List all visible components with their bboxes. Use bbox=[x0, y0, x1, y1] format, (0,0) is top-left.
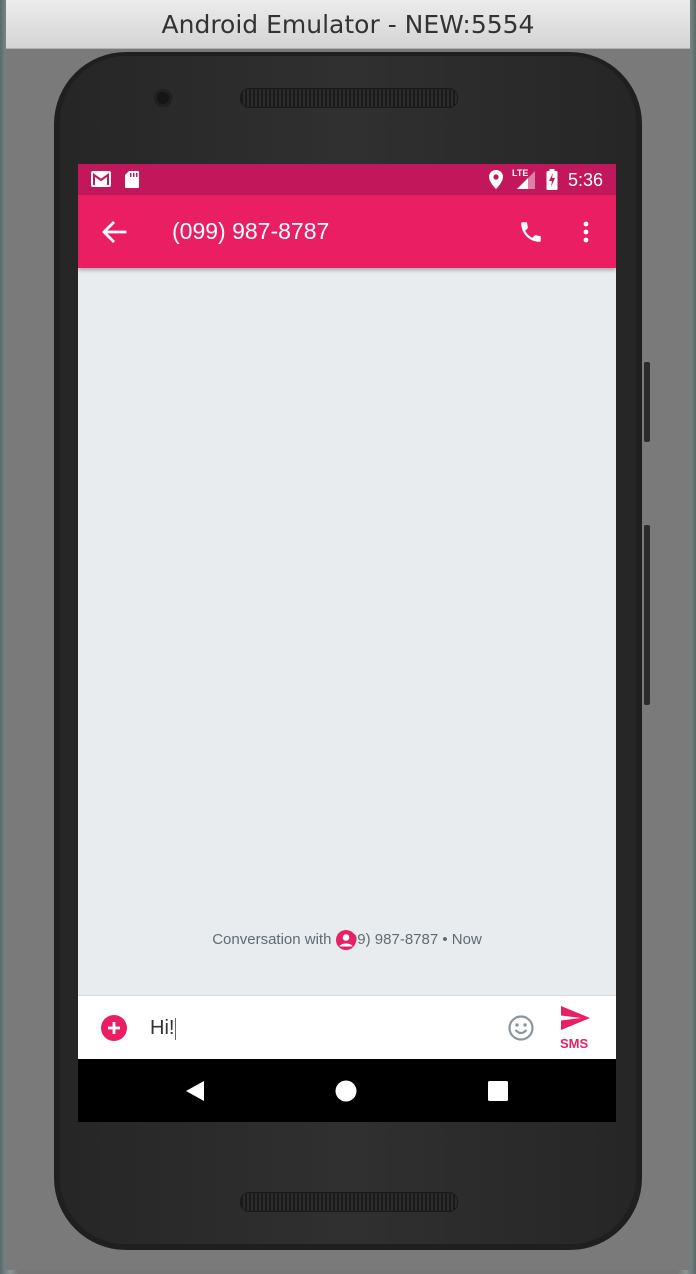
top-speaker bbox=[240, 88, 458, 108]
more-options-icon[interactable] bbox=[572, 215, 600, 249]
send-icon[interactable] bbox=[558, 1004, 592, 1032]
conversation-title: (099) 987-8787 bbox=[172, 218, 330, 244]
power-button[interactable] bbox=[644, 362, 650, 442]
navigation-bar bbox=[78, 1059, 616, 1122]
signal-icon bbox=[516, 170, 536, 195]
compose-bar: Hi! SMS bbox=[78, 995, 616, 1060]
phone-icon[interactable] bbox=[514, 215, 548, 249]
battery-charging-icon bbox=[546, 169, 558, 195]
status-bar: LTE 5:36 bbox=[78, 164, 616, 195]
message-input-text: Hi! bbox=[150, 1017, 175, 1039]
emoji-icon[interactable] bbox=[506, 1013, 536, 1043]
nav-home-icon[interactable] bbox=[330, 1075, 362, 1107]
nav-back-icon[interactable] bbox=[178, 1079, 212, 1103]
gmail-notification-icon bbox=[90, 170, 112, 193]
front-camera bbox=[154, 89, 172, 107]
attach-plus-icon[interactable] bbox=[100, 1014, 128, 1042]
bottom-speaker bbox=[240, 1192, 458, 1212]
volume-button[interactable] bbox=[644, 525, 650, 705]
device-screen: LTE 5:36 (099) 987-8787 Conversation wit… bbox=[78, 164, 616, 1122]
window-title-bar[interactable]: Android Emulator - NEW:5554 bbox=[6, 0, 690, 49]
clock: 5:36 bbox=[568, 170, 604, 190]
window-title: Android Emulator - NEW:5554 bbox=[161, 9, 535, 39]
message-input[interactable]: Hi! bbox=[150, 996, 177, 1060]
send-sms-label[interactable]: SMS bbox=[560, 1036, 588, 1051]
message-list[interactable]: Conversation with (099) 987-8787 • Now bbox=[78, 268, 616, 995]
nav-recents-icon[interactable] bbox=[482, 1075, 514, 1107]
contact-avatar-icon[interactable] bbox=[336, 930, 356, 950]
location-icon bbox=[488, 169, 504, 195]
sd-card-icon bbox=[124, 170, 140, 194]
app-bar: (099) 987-8787 bbox=[78, 195, 616, 268]
text-caret bbox=[175, 1017, 177, 1040]
back-arrow-icon[interactable] bbox=[96, 217, 132, 247]
